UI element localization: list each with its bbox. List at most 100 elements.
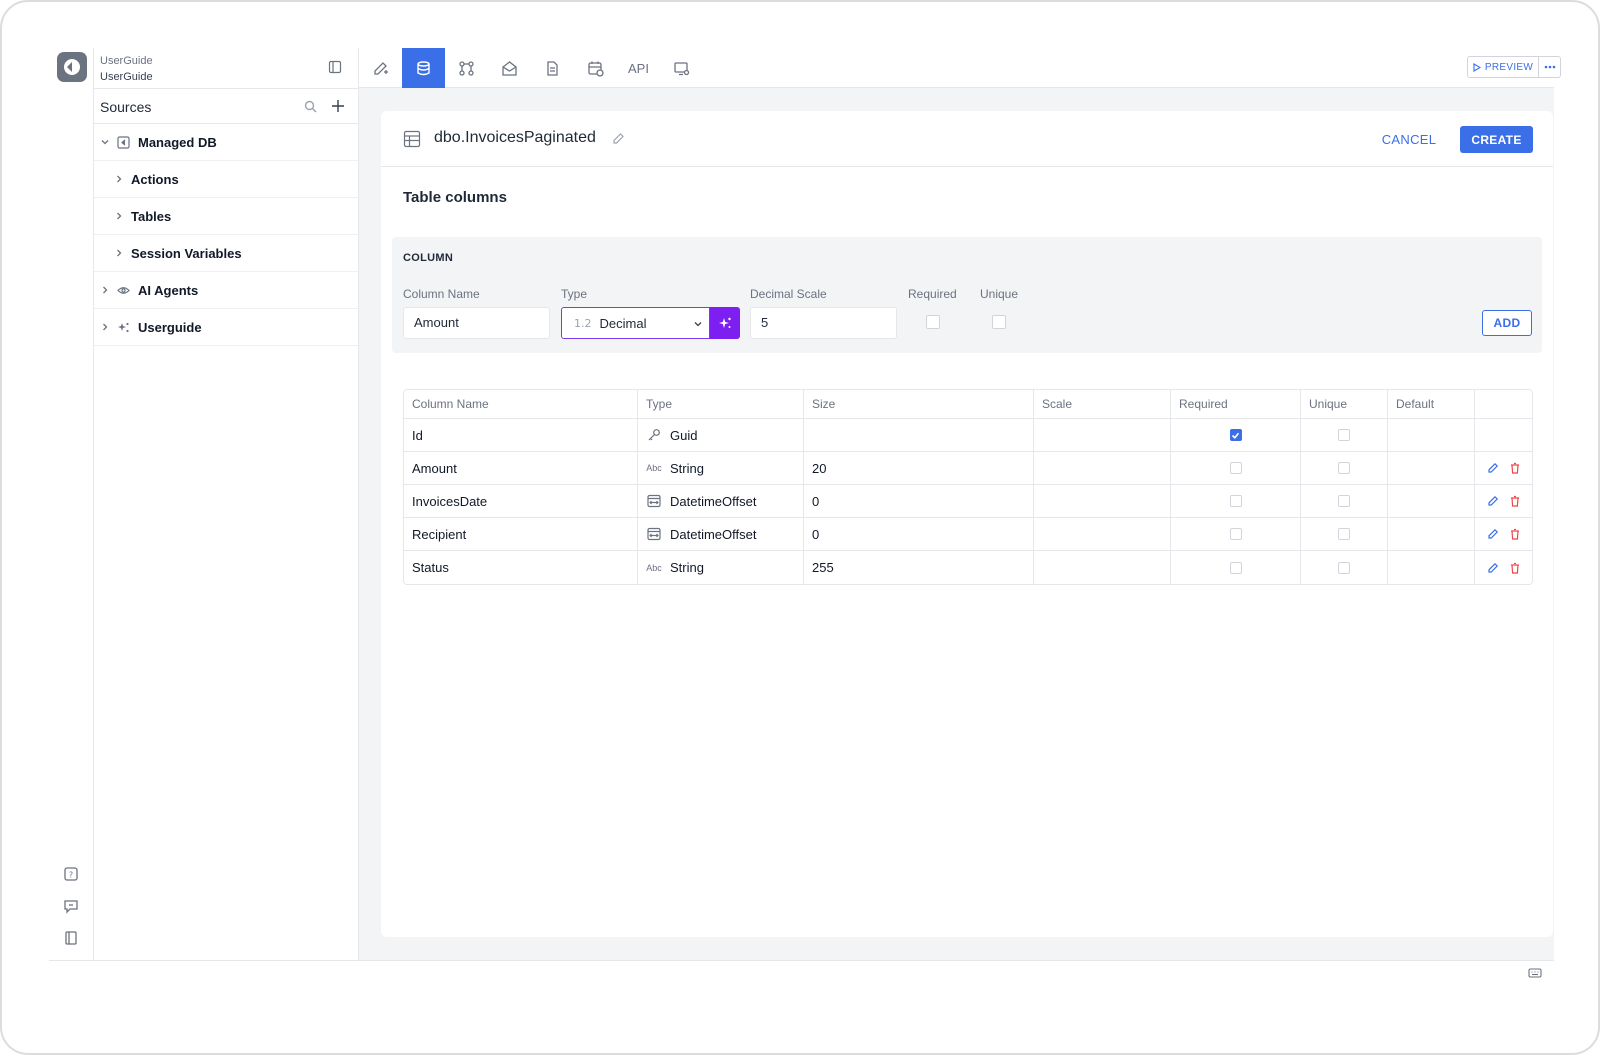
tree-item-managed-db[interactable]: Managed DB — [94, 124, 358, 161]
type-select-value: Decimal — [599, 315, 647, 331]
edit-name-icon[interactable] — [612, 132, 625, 145]
tree-item-userguide[interactable]: Userguide — [94, 309, 358, 346]
datetime-icon — [646, 527, 662, 541]
cell-size: 255 — [804, 551, 1034, 584]
required-checkbox[interactable] — [1229, 429, 1242, 441]
chevron-right-icon — [117, 175, 122, 183]
ai-suggest-button[interactable] — [710, 307, 740, 339]
unique-checkbox[interactable] — [1338, 495, 1350, 507]
collapse-sidebar-icon[interactable] — [328, 60, 342, 74]
tree-item-tables[interactable]: Tables — [94, 198, 358, 235]
cell-type: DatetimeOffset — [638, 518, 804, 550]
more-options-button[interactable] — [1539, 56, 1561, 78]
chevron-down-icon — [101, 140, 109, 145]
toolbar-data-button[interactable] — [402, 48, 445, 88]
trash-icon[interactable] — [1509, 462, 1521, 474]
tree-item-label: Userguide — [138, 319, 202, 335]
cell-actions — [1475, 452, 1532, 484]
toolbar-api-button[interactable]: API — [617, 48, 660, 88]
abc-icon: Abc — [646, 463, 662, 473]
columns-table: Column Name Type Size Scale Required Uni… — [403, 389, 1533, 585]
cell-actions — [1475, 518, 1532, 550]
edit-icon[interactable] — [1487, 495, 1499, 507]
add-source-icon[interactable] — [330, 98, 346, 114]
header-scale: Scale — [1034, 390, 1171, 418]
tree-item-ai-agents[interactable]: AI Agents — [94, 272, 358, 309]
edit-icon[interactable] — [1487, 462, 1499, 474]
main-area: dbo.InvoicesPaginated CANCEL CREATE Tabl… — [359, 88, 1554, 960]
help-icon[interactable]: ? — [63, 866, 79, 882]
chevron-right-icon — [103, 323, 108, 331]
docs-icon[interactable] — [63, 930, 79, 946]
tree-item-label: Actions — [131, 171, 179, 187]
required-label: Required — [908, 287, 957, 301]
cell-default — [1388, 518, 1475, 550]
cell-required — [1171, 419, 1301, 451]
deploy-icon — [674, 61, 690, 75]
keyboard-icon[interactable] — [1528, 967, 1542, 979]
cancel-button[interactable]: CANCEL — [1371, 127, 1447, 151]
unique-checkbox[interactable] — [1338, 429, 1350, 441]
chevron-right-icon — [103, 286, 108, 294]
tree-item-actions[interactable]: Actions — [94, 161, 358, 198]
create-button[interactable]: CREATE — [1460, 126, 1533, 153]
document-icon — [547, 60, 558, 76]
unique-checkbox[interactable] — [1338, 462, 1350, 474]
cell-unique — [1301, 452, 1388, 484]
add-column-button[interactable]: ADD — [1482, 310, 1532, 336]
toolbar-document-button[interactable] — [531, 48, 574, 88]
app-window: ? UserGuide UserGuide Sources Managed DB… — [49, 48, 1561, 982]
unique-checkbox[interactable] — [992, 315, 1006, 329]
cell-default — [1388, 452, 1475, 484]
tree-item-session-variables[interactable]: Session Variables — [94, 235, 358, 272]
cell-default — [1388, 485, 1475, 517]
required-checkbox[interactable] — [1229, 495, 1242, 507]
app-logo[interactable] — [57, 52, 87, 82]
key-icon — [646, 428, 662, 442]
table-icon — [403, 130, 421, 148]
column-name-input[interactable]: Amount — [403, 307, 550, 339]
header-type: Type — [638, 390, 804, 418]
tree-item-label: Managed DB — [138, 134, 217, 150]
chat-icon[interactable] — [63, 898, 79, 914]
table-row[interactable]: Status Abc String 255 — [404, 551, 1532, 584]
required-checkbox[interactable] — [1229, 528, 1242, 540]
unique-checkbox[interactable] — [1338, 528, 1350, 540]
preview-button[interactable]: PREVIEW — [1467, 56, 1539, 78]
table-row[interactable]: InvoicesDate DatetimeOffset 0 — [404, 485, 1532, 518]
decimal-type-icon: 1.2 — [574, 316, 592, 330]
trash-icon[interactable] — [1509, 528, 1521, 540]
cell-column-name: Amount — [404, 452, 638, 484]
cell-actions — [1475, 551, 1532, 584]
type-select[interactable]: 1.2 Decimal — [561, 307, 710, 339]
workflow-icon — [459, 60, 474, 76]
toolbar-design-button[interactable] — [359, 48, 402, 88]
unique-checkbox[interactable] — [1338, 561, 1350, 574]
toolbar-schedule-button[interactable] — [574, 48, 617, 88]
decimal-scale-input[interactable]: 5 — [750, 307, 897, 339]
toolbar-workflow-button[interactable] — [445, 48, 488, 88]
edit-icon[interactable] — [1487, 562, 1499, 574]
type-text: String — [670, 560, 704, 575]
column-name-label: Column Name — [403, 287, 480, 301]
unique-label: Unique — [980, 287, 1019, 301]
chevron-right-icon — [117, 212, 122, 220]
toolbar-mail-button[interactable] — [488, 48, 531, 88]
cell-type: Guid — [638, 419, 804, 451]
cell-required — [1171, 485, 1301, 517]
header-unique: Unique — [1301, 390, 1388, 418]
table-row[interactable]: Id Guid — [404, 419, 1532, 452]
required-checkbox[interactable] — [1229, 462, 1242, 474]
edit-icon[interactable] — [1487, 528, 1499, 540]
editor-header: dbo.InvoicesPaginated CANCEL CREATE — [381, 111, 1553, 167]
trash-icon[interactable] — [1509, 495, 1521, 507]
type-text: DatetimeOffset — [670, 526, 757, 542]
required-checkbox[interactable] — [1229, 561, 1242, 574]
table-row[interactable]: Recipient DatetimeOffset 0 — [404, 518, 1532, 551]
table-row[interactable]: Amount Abc String 20 — [404, 452, 1532, 485]
toolbar-deploy-button[interactable] — [660, 48, 703, 88]
svg-text:?: ? — [69, 871, 73, 880]
trash-icon[interactable] — [1509, 562, 1521, 574]
required-checkbox[interactable] — [926, 315, 940, 329]
search-icon[interactable] — [304, 100, 317, 113]
